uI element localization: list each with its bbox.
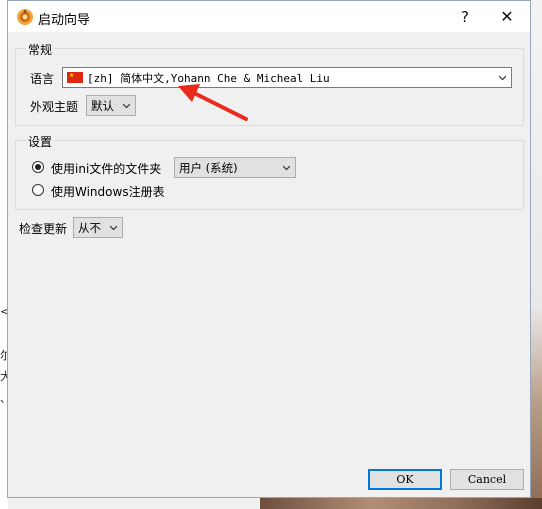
theme-label: 外观主题 (30, 100, 79, 114)
update-check-value: 从不 (78, 220, 101, 235)
chevron-down-icon (110, 225, 117, 231)
ini-folder-select[interactable]: 用户 (系统) (174, 157, 296, 178)
close-button[interactable]: ✕ (484, 1, 530, 32)
help-button[interactable]: ? (442, 1, 488, 32)
chevron-down-icon (499, 75, 506, 81)
chevron-down-icon (123, 103, 130, 109)
ini-folder-label[interactable]: 使用ini文件的文件夹 (51, 160, 161, 177)
annotation-arrow-icon (178, 84, 248, 121)
update-check-select[interactable]: 从不 (73, 217, 123, 238)
settings-group-title: 设置 (26, 133, 55, 150)
language-select[interactable]: ★ [zh] 简体中文,Yohann Che & Micheal Liu (62, 67, 512, 88)
desktop-background (531, 0, 542, 509)
window-title: 启动向导 (38, 13, 91, 28)
update-check-label: 检查更新 (19, 222, 68, 236)
registry-label[interactable]: 使用Windows注册表 (51, 183, 165, 200)
ini-folder-value: 用户 (系统) (179, 160, 238, 175)
ok-button[interactable]: OK (368, 469, 442, 490)
theme-value: 默认 (91, 98, 114, 113)
registry-radio[interactable] (32, 184, 44, 196)
china-flag-icon: ★ (67, 71, 83, 83)
ini-folder-radio[interactable] (32, 161, 44, 173)
annotation-arrow-shaft (190, 90, 248, 121)
title-bar: 启动向导 ? ✕ (8, 1, 530, 32)
language-label: 语言 (30, 72, 55, 86)
app-logo-icon (17, 9, 33, 25)
general-group-title: 常规 (26, 41, 55, 58)
cancel-button[interactable]: Cancel (450, 469, 524, 490)
chevron-down-icon (283, 165, 290, 171)
startup-wizard-dialog: 启动向导 ? ✕ 常规 语言 ★ [zh] 简体中文,Yohann Che & M… (7, 0, 531, 498)
theme-select[interactable]: 默认 (86, 95, 136, 116)
desktop-background-bottom (260, 498, 542, 509)
